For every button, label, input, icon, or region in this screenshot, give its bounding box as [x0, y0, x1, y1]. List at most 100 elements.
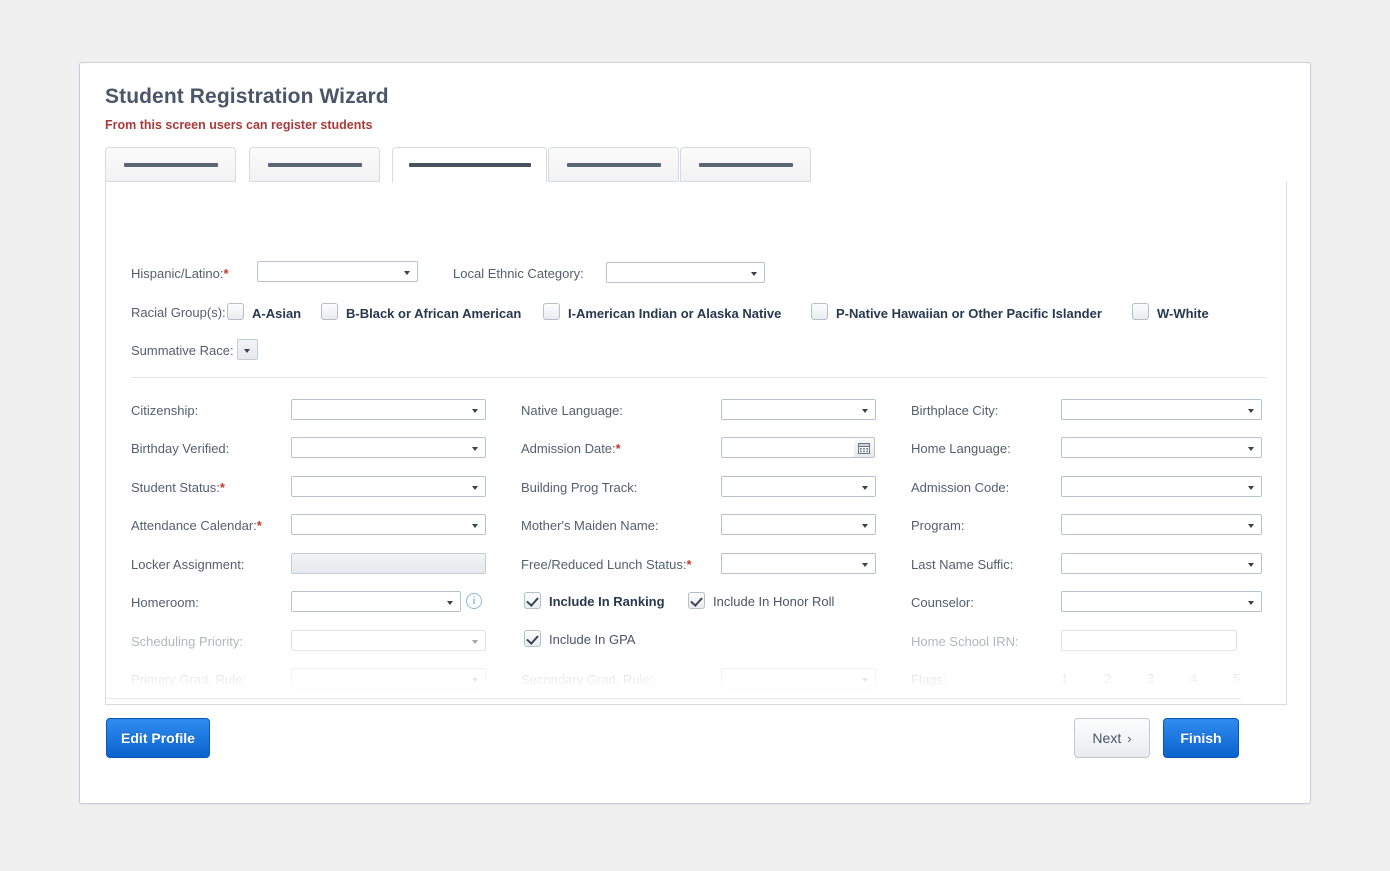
home-language-select[interactable]: [1061, 437, 1262, 458]
flag-number-5: 5: [1233, 671, 1241, 686]
tab-5[interactable]: [680, 147, 811, 182]
birthplace-city-select[interactable]: [1061, 399, 1262, 420]
tab-panel: Hispanic/Latino:* Local Ethnic Category:…: [105, 182, 1287, 705]
attendance-calendar-select[interactable]: [291, 514, 486, 535]
include-in-honor-roll-label: Include In Honor Roll: [713, 594, 835, 609]
racial-group-b-black-label: B-Black or African American: [346, 306, 522, 321]
attendance-calendar-label: Attendance Calendar:*: [131, 518, 262, 533]
include-in-gpa-label: Include In GPA: [549, 632, 636, 647]
homeroom-select[interactable]: [291, 591, 461, 612]
counselor-select[interactable]: [1061, 591, 1262, 612]
building-prog-track-label: Building Prog Track:: [521, 480, 638, 495]
flag-number-4: 4: [1190, 671, 1198, 686]
required-asterisk: *: [219, 480, 225, 495]
home-school-irn-input[interactable]: [1061, 630, 1237, 651]
locker-assignment-label: Locker Assignment:: [131, 557, 245, 572]
include-in-ranking-label: Include In Ranking: [549, 594, 665, 609]
counselor-label: Counselor:: [911, 595, 974, 610]
admission-code-select[interactable]: [1061, 476, 1262, 497]
flag-number-3: 3: [1147, 671, 1155, 686]
hispanic-latino-label: Hispanic/Latino:*: [131, 266, 229, 281]
home-school-irn-label: Home School IRN:: [911, 634, 1019, 649]
locker-assignment-input: [291, 553, 486, 574]
secondary-grad-rule-select[interactable]: [721, 668, 876, 689]
wizard-tab-bar: [105, 147, 1287, 183]
summative-race-select[interactable]: [237, 339, 258, 360]
flag-number-2: 2: [1104, 671, 1112, 686]
last-name-suffic-select[interactable]: [1061, 553, 1262, 574]
secondary-grad-rule-label: Secondary Grad. Rule:: [521, 672, 654, 687]
scheduling-priority-select[interactable]: [291, 630, 486, 651]
mothers-maiden-name-select[interactable]: [721, 514, 876, 535]
flag-input-1[interactable]: [1058, 693, 1086, 704]
tab-5-redacted-label: [698, 162, 793, 167]
citizenship-select[interactable]: [291, 399, 486, 420]
tab-2[interactable]: [249, 147, 380, 182]
tab-1[interactable]: [105, 147, 236, 182]
section-divider-top: [131, 377, 1267, 378]
native-language-select[interactable]: [721, 399, 876, 420]
info-icon-glyph: i: [472, 595, 476, 607]
mothers-maiden-name-label: Mother's Maiden Name:: [521, 518, 659, 533]
last-name-suffic-label: Last Name Suffic:: [911, 557, 1014, 572]
student-status-label: Student Status:*: [131, 480, 225, 495]
birthday-verified-label: Birthday Verified:: [131, 441, 230, 456]
local-ethnic-category-select[interactable]: [606, 262, 765, 283]
racial-group-w-white-checkbox[interactable]: [1132, 303, 1149, 320]
required-asterisk: *: [223, 266, 229, 281]
flag-input-5[interactable]: [1230, 693, 1258, 704]
tab-4-redacted-label: [566, 162, 661, 167]
primary-grad-rule-label: Primary Grad. Rule:: [131, 672, 246, 687]
birthplace-city-label: Birthplace City:: [911, 403, 999, 418]
flag-input-3[interactable]: [1144, 693, 1172, 704]
hispanic-latino-select[interactable]: [257, 261, 418, 282]
program-label: Program:: [911, 518, 965, 533]
next-button-label: Next: [1092, 730, 1122, 746]
birthday-verified-select[interactable]: [291, 437, 486, 458]
flag-input-2[interactable]: [1101, 693, 1129, 704]
registration-card: Student Registration Wizard From this sc…: [79, 62, 1311, 804]
student-status-select[interactable]: [291, 476, 486, 497]
free-reduced-lunch-label: Free/Reduced Lunch Status:*: [521, 557, 692, 572]
next-button[interactable]: Next ›: [1074, 718, 1150, 758]
required-asterisk: *: [686, 557, 692, 572]
include-in-gpa-checkbox[interactable]: [524, 630, 541, 647]
tab-3-redacted-label: [408, 163, 531, 167]
finish-button[interactable]: Finish: [1163, 718, 1239, 758]
racial-groups-label: Racial Group(s):: [131, 305, 226, 320]
homeroom-label: Homeroom:: [131, 595, 199, 610]
scheduling-priority-label: Scheduling Priority:: [131, 634, 243, 649]
summative-race-label: Summative Race:: [131, 343, 234, 358]
home-language-label: Home Language:: [911, 441, 1011, 456]
tab-3[interactable]: [392, 147, 547, 183]
homeroom-info-icon[interactable]: i: [466, 593, 482, 609]
program-select[interactable]: [1061, 514, 1262, 535]
tab-4[interactable]: [548, 147, 679, 182]
building-prog-track-select[interactable]: [721, 476, 876, 497]
required-asterisk: *: [256, 518, 262, 533]
footer-divider: [105, 698, 1241, 699]
include-in-ranking-checkbox[interactable]: [524, 592, 541, 609]
racial-group-a-asian-label: A-Asian: [252, 306, 302, 321]
chevron-right-icon: ›: [1127, 730, 1132, 746]
citizenship-label: Citizenship:: [131, 403, 199, 418]
flag-number-1: 1: [1061, 671, 1069, 686]
flag-input-4[interactable]: [1187, 693, 1215, 704]
racial-group-p-native-hawaiian-checkbox[interactable]: [811, 303, 828, 320]
racial-group-b-black-checkbox[interactable]: [321, 303, 338, 320]
required-asterisk: *: [615, 441, 621, 456]
racial-group-a-asian-checkbox[interactable]: [227, 303, 244, 320]
local-ethnic-category-label: Local Ethnic Category:: [453, 266, 584, 281]
flags-label: Flags:: [911, 672, 947, 687]
admission-date-input[interactable]: [721, 437, 855, 458]
include-in-honor-roll-checkbox[interactable]: [688, 592, 705, 609]
racial-group-i-american-indian-checkbox[interactable]: [543, 303, 560, 320]
calendar-icon[interactable]: [854, 437, 875, 458]
primary-grad-rule-select[interactable]: [291, 668, 486, 689]
free-reduced-lunch-select[interactable]: [721, 553, 876, 574]
tab-2-redacted-label: [267, 162, 362, 167]
edit-profile-button[interactable]: Edit Profile: [106, 718, 210, 758]
page-title: Student Registration Wizard: [105, 85, 389, 108]
page-subtitle: From this screen users can register stud…: [105, 118, 373, 132]
admission-date-label: Admission Date:*: [521, 441, 621, 456]
